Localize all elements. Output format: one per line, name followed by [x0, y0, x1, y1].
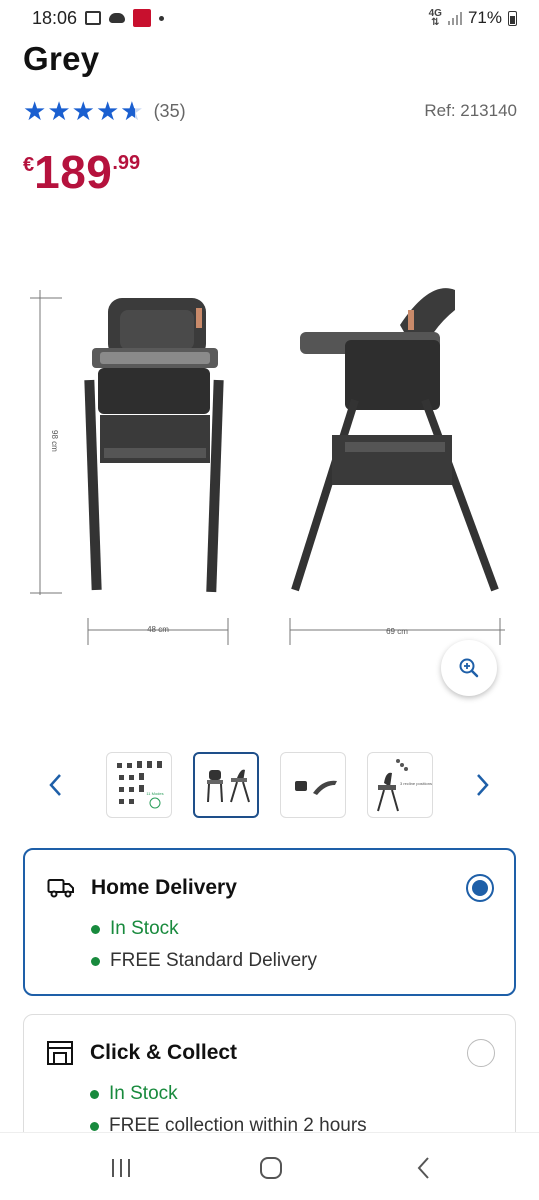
- high-chair-dimensions-illustration: 98 cm 48 cm 69 cm: [30, 288, 505, 645]
- network-type-icon: 4G ⇅: [428, 8, 442, 28]
- thumbnail-modes[interactable]: 11 Modes: [106, 752, 172, 818]
- status-time: 18:06: [32, 7, 78, 28]
- status-bar: 18:06 4G ⇅ 71%: [0, 0, 539, 36]
- info-dot-icon: [91, 956, 100, 966]
- star-icon: ★: [71, 96, 95, 126]
- product-image[interactable]: 98 cm 48 cm 69 cm: [0, 270, 539, 660]
- star-rating[interactable]: ★ ★ ★ ★ ★: [23, 98, 144, 124]
- back-chevron-icon: [417, 1157, 429, 1179]
- battery-percent: 71%: [467, 8, 502, 27]
- home-delivery-radio[interactable]: [466, 874, 494, 902]
- thumbnail-recline[interactable]: 3 recline positions: [367, 752, 433, 818]
- signal-icon: [447, 11, 462, 25]
- click-collect-radio[interactable]: [467, 1039, 495, 1067]
- home-delivery-title: Home Delivery: [91, 876, 237, 899]
- home-icon: [260, 1157, 282, 1179]
- zoom-button[interactable]: [441, 640, 497, 696]
- depth-dimension-label: 69 cm: [386, 627, 408, 636]
- delivery-truck-icon: [47, 879, 74, 898]
- chevron-left-icon: [49, 774, 61, 796]
- home-delivery-note-label: FREE Standard Delivery: [110, 950, 317, 971]
- back-button[interactable]: [408, 1153, 438, 1183]
- width-dimension-label: 48 cm: [147, 625, 169, 634]
- home-delivery-option[interactable]: Home Delivery In Stock FREE Standard Del…: [23, 848, 516, 996]
- recline-label: 3 recline positions: [400, 781, 432, 786]
- thumbnail-accessories[interactable]: [280, 752, 346, 818]
- recent-apps-button[interactable]: [106, 1153, 136, 1183]
- battery-icon: [508, 10, 517, 26]
- high-chair-side-view: [291, 288, 499, 592]
- recent-apps-icon: [112, 1159, 130, 1177]
- system-navigation-bar: [0, 1132, 539, 1200]
- zoom-in-icon: [459, 658, 479, 678]
- network-type-label: 4G: [428, 8, 442, 19]
- click-collect-title: Click & Collect: [90, 1041, 238, 1064]
- chevron-right-icon: [477, 774, 489, 796]
- store-icon: [47, 1041, 73, 1065]
- height-dimension-label: 98 cm: [50, 430, 59, 452]
- click-collect-stock-label: In Stock: [109, 1083, 178, 1104]
- rating-row: ★ ★ ★ ★ ★ (35) Ref: 213140: [23, 98, 517, 124]
- price-main: 189: [34, 146, 113, 198]
- product-price: € 189 .99: [23, 146, 140, 198]
- info-dot-icon: [90, 1121, 99, 1131]
- home-delivery-stock: In Stock: [91, 918, 179, 940]
- click-collect-stock: In Stock: [90, 1083, 178, 1105]
- more-notifications-icon: [159, 15, 165, 21]
- star-icon: ★: [47, 96, 71, 126]
- product-ref: Ref: 213140: [424, 101, 517, 120]
- previous-image-button[interactable]: [40, 770, 70, 800]
- half-star-icon: ★: [120, 98, 143, 124]
- in-stock-dot-icon: [91, 924, 100, 934]
- gallery-notification-icon: [85, 11, 102, 25]
- store-app-notification-icon: [133, 9, 152, 27]
- thumbnail-dimensions[interactable]: [193, 752, 259, 818]
- modes-label: 11 Modes: [146, 791, 163, 796]
- home-button[interactable]: [256, 1153, 286, 1183]
- review-count[interactable]: (35): [154, 101, 186, 122]
- product-title: Grey: [23, 40, 100, 77]
- radio-selected-dot: [472, 880, 488, 896]
- image-thumbnails: 11 Modes 3 recline positions: [0, 752, 539, 820]
- home-delivery-stock-label: In Stock: [110, 918, 179, 939]
- cloud-notification-icon: [109, 13, 126, 23]
- next-image-button[interactable]: [468, 770, 498, 800]
- home-delivery-note: FREE Standard Delivery: [91, 950, 317, 972]
- high-chair-front-view: [84, 298, 224, 593]
- star-icon: ★: [23, 96, 47, 126]
- in-stock-dot-icon: [90, 1089, 99, 1099]
- price-currency: €: [23, 154, 35, 176]
- star-icon: ★: [95, 96, 120, 126]
- price-cents: .99: [112, 152, 141, 174]
